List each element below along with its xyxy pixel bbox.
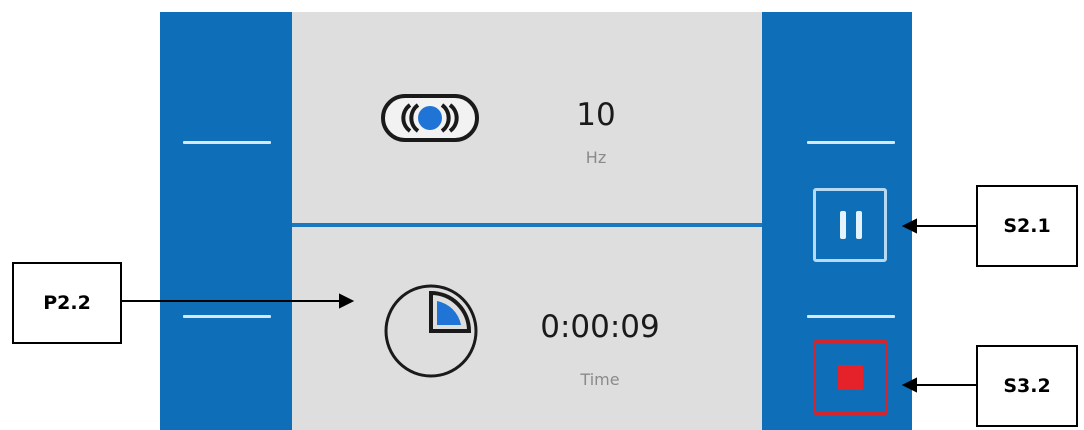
callout-arrows [122, 218, 976, 393]
